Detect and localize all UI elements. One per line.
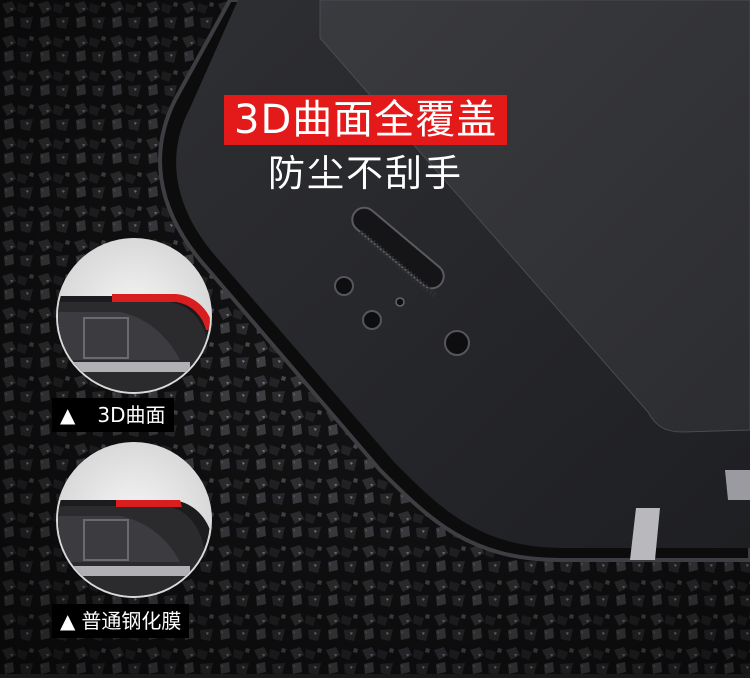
triangle-marker-icon: ▲ <box>60 403 76 427</box>
caption-3d-curved: ▲ 3D曲面 <box>52 398 174 432</box>
headline-banner: 3D曲面全覆盖 <box>224 95 508 145</box>
sensor-dot <box>334 276 354 296</box>
caption-ordinary-glass: ▲ 普通钢化膜 <box>52 604 190 638</box>
caption-label: 3D曲面 <box>97 403 166 427</box>
triangle-marker-icon: ▲ <box>60 609 76 633</box>
caption-label: 普通钢化膜 <box>81 609 182 633</box>
sensor-dot <box>362 310 382 330</box>
sensor-dot <box>395 297 405 307</box>
front-camera <box>444 330 470 356</box>
subheadline: 防尘不刮手 <box>268 152 463 195</box>
